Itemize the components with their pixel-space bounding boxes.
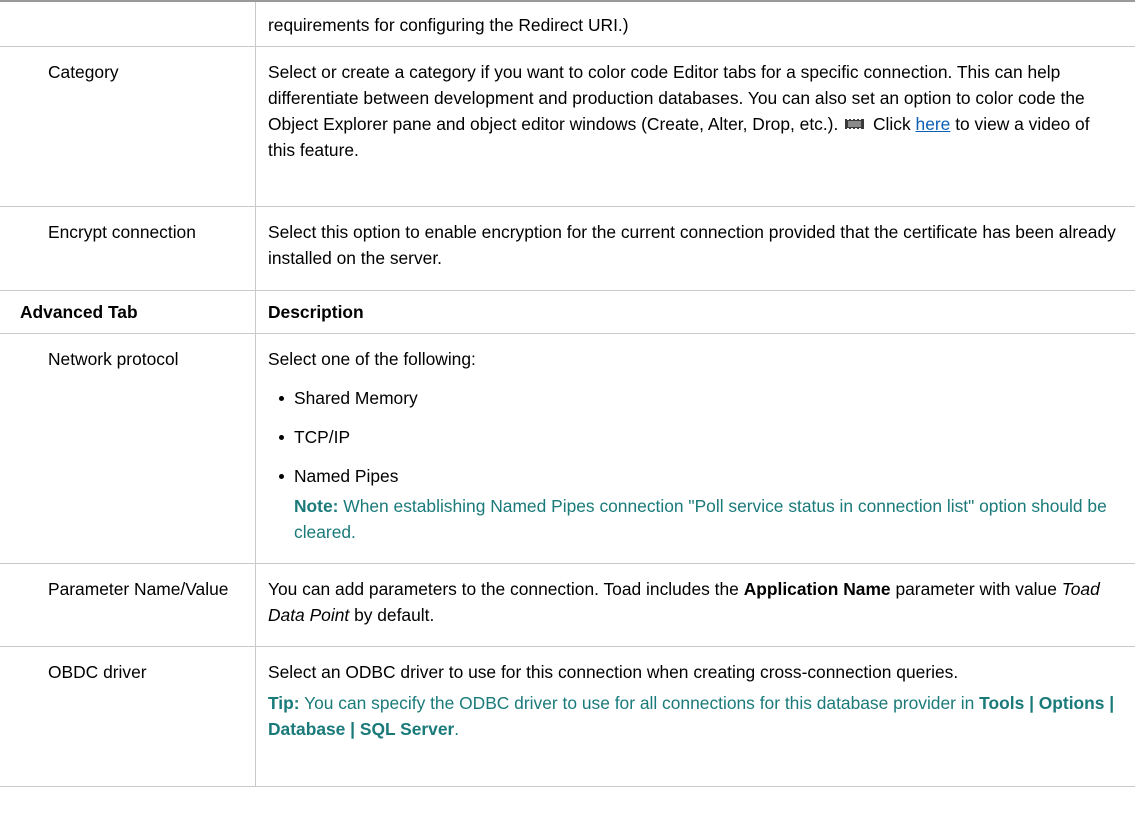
list-item: Shared Memory	[268, 385, 1121, 411]
encrypt-label: Encrypt connection	[48, 222, 196, 242]
label-cell: OBDC driver	[0, 646, 256, 787]
parameter-text-2: parameter with value	[895, 579, 1057, 599]
category-label: Category	[48, 62, 119, 82]
tip-end: .	[454, 719, 460, 739]
label-cell: Category	[0, 46, 256, 207]
network-protocol-label: Network protocol	[48, 349, 179, 369]
odbc-description: Select an ODBC driver to use for this co…	[268, 662, 959, 682]
description-cell: Select or create a category if you want …	[255, 46, 1135, 207]
description-cell: Select one of the following: Shared Memo…	[255, 333, 1135, 564]
parameter-bold: Application Name	[743, 579, 891, 599]
table-row: Parameter Name/Value You can add paramet…	[0, 563, 1135, 647]
advanced-tab-header: Advanced Tab	[20, 302, 138, 322]
network-intro: Select one of the following:	[268, 349, 476, 369]
redirect-text: requirements for configuring the Redirec…	[268, 15, 629, 35]
description-cell: requirements for configuring the Redirec…	[255, 0, 1135, 47]
header-cell: Description	[255, 290, 1135, 334]
options-table: requirements for configuring the Redirec…	[0, 0, 1135, 787]
parameter-label: Parameter Name/Value	[48, 579, 229, 599]
table-row: Encrypt connection Select this option to…	[0, 206, 1135, 291]
click-text: Click	[873, 114, 911, 134]
note-label: Note:	[294, 496, 339, 516]
header-cell: Advanced Tab	[0, 290, 256, 334]
description-header: Description	[268, 302, 364, 322]
description-cell: Select this option to enable encryption …	[255, 206, 1135, 291]
video-icon	[845, 118, 865, 130]
odbc-driver-label: OBDC driver	[48, 662, 147, 682]
table-row: Category Select or create a category if …	[0, 46, 1135, 207]
parameter-text-1: You can add parameters to the connection…	[268, 579, 739, 599]
tip-label: Tip:	[268, 693, 300, 713]
label-cell: Parameter Name/Value	[0, 563, 256, 647]
label-cell: Encrypt connection	[0, 206, 256, 291]
tip-text: You can specify the ODBC driver to use f…	[304, 693, 975, 713]
table-row: requirements for configuring the Redirec…	[0, 0, 1135, 47]
encrypt-description: Select this option to enable encryption …	[268, 222, 1116, 268]
protocol-list: Shared Memory TCP/IP Named Pipes	[268, 385, 1121, 489]
label-cell	[0, 0, 256, 47]
table-row: Network protocol Select one of the follo…	[0, 333, 1135, 564]
label-cell: Network protocol	[0, 333, 256, 564]
parameter-text-3: by default.	[354, 605, 435, 625]
table-row: OBDC driver Select an ODBC driver to use…	[0, 646, 1135, 787]
video-link[interactable]: here	[916, 114, 951, 134]
table-header-row: Advanced Tab Description	[0, 290, 1135, 334]
list-item: TCP/IP	[268, 424, 1121, 450]
tip-block: Tip: You can specify the ODBC driver to …	[268, 690, 1121, 742]
description-cell: Select an ODBC driver to use for this co…	[255, 646, 1135, 787]
description-cell: You can add parameters to the connection…	[255, 563, 1135, 647]
note-text: When establishing Named Pipes connection…	[294, 496, 1107, 542]
note-block: Note: When establishing Named Pipes conn…	[268, 493, 1121, 545]
list-item: Named Pipes	[268, 463, 1121, 489]
